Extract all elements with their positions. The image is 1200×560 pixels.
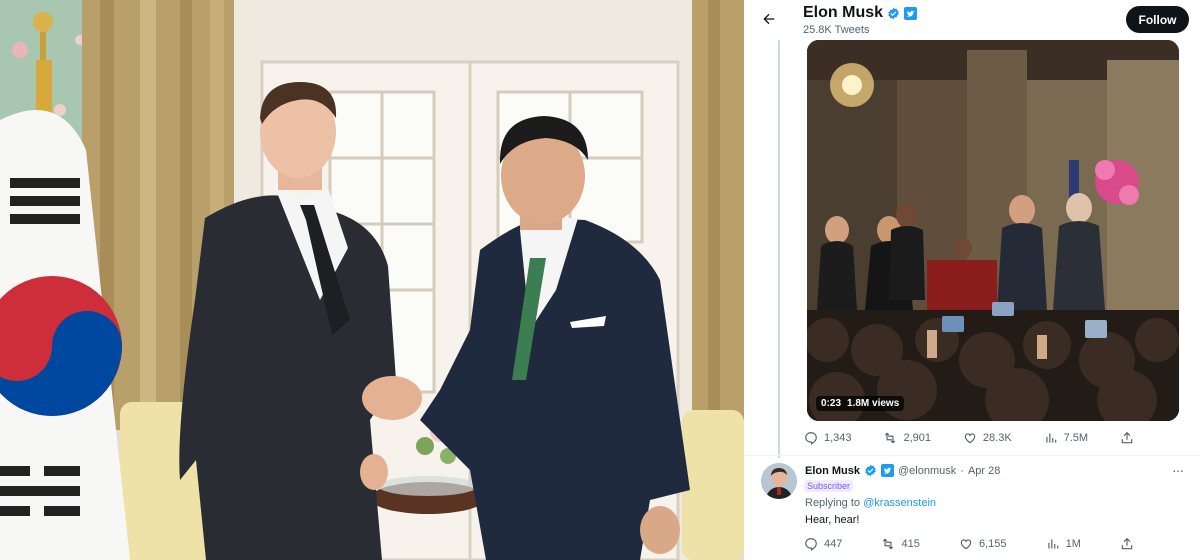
reply-tweet-actions: 447 415 6,155 1M	[804, 535, 1134, 553]
reply-icon	[805, 538, 817, 551]
reply-tweet-header: Elon Musk @elonmusk · Apr 28	[805, 464, 1000, 477]
reply-author-handle[interactable]: @elonmusk	[898, 465, 956, 477]
tweet-panel: Elon Musk 25.8K Tweets Follow 0:23 1.8M …	[744, 0, 1200, 560]
replying-to: Replying to @krassenstein	[805, 497, 936, 509]
main-tweet-actions: 1,343 2,901 28.3K 7.5M	[804, 429, 1134, 447]
reply-icon	[805, 432, 817, 445]
like-action[interactable]: 28.3K	[963, 431, 1012, 445]
reply-date[interactable]: Apr 28	[968, 465, 1000, 477]
retweet-action[interactable]: 415	[881, 537, 920, 551]
views-count: 7.5M	[1063, 432, 1089, 444]
reply-author-name[interactable]: Elon Musk	[805, 465, 860, 477]
verified-badge-icon	[888, 7, 899, 19]
reply-tweet-text: Hear, hear!	[805, 514, 860, 526]
verified-badge-icon	[865, 464, 876, 477]
retweet-action[interactable]: 2,901	[883, 431, 931, 445]
views-action[interactable]: 1M	[1046, 537, 1081, 551]
like-icon	[960, 539, 972, 550]
follow-button[interactable]: Follow	[1126, 6, 1189, 33]
replying-to-link[interactable]: @krassenstein	[863, 497, 936, 509]
retweet-icon	[883, 538, 894, 550]
tweet-divider	[744, 455, 1200, 456]
twitter-affiliate-icon	[881, 464, 895, 477]
like-action[interactable]: 6,155	[959, 537, 1007, 551]
tweet-count: 25.8K Tweets	[803, 24, 870, 36]
share-icon	[1121, 431, 1133, 444]
share-action[interactable]	[1120, 431, 1134, 445]
profile-header: Elon Musk	[803, 4, 918, 22]
like-count: 6,155	[978, 538, 1007, 550]
reply-count: 447	[824, 538, 843, 550]
retweet-count: 415	[901, 538, 920, 550]
reply-action[interactable]: 447	[804, 537, 842, 551]
arrow-left-icon	[763, 13, 775, 25]
tweet-video[interactable]: 0:23 1.8M views	[807, 40, 1179, 421]
share-action[interactable]	[1120, 537, 1134, 551]
like-icon	[964, 433, 976, 444]
subscriber-badge: Subscriber	[804, 480, 854, 492]
video-duration: 0:23	[821, 398, 842, 409]
handshake-photo	[0, 0, 744, 560]
reply-action[interactable]: 1,343	[804, 431, 852, 445]
avatar[interactable]	[761, 463, 797, 499]
twitter-affiliate-icon	[904, 6, 918, 20]
reply-count: 1,343	[824, 432, 852, 444]
back-button[interactable]	[758, 8, 780, 30]
like-count: 28.3K	[982, 432, 1012, 444]
retweet-icon	[885, 432, 896, 444]
views-count: 1M	[1065, 538, 1081, 550]
profile-name: Elon Musk	[803, 4, 884, 21]
video-overlay: 0:23 1.8M views	[816, 396, 905, 411]
views-action[interactable]: 7.5M	[1044, 431, 1088, 445]
video-views: 1.8M views	[847, 398, 900, 409]
retweet-count: 2,901	[903, 432, 931, 444]
separator-dot: ·	[960, 464, 964, 477]
replying-to-prefix: Replying to	[805, 497, 861, 509]
thread-line	[778, 40, 780, 458]
share-icon	[1121, 537, 1133, 550]
views-icon	[1045, 433, 1056, 443]
views-icon	[1047, 539, 1058, 549]
more-options-icon[interactable]: ···	[1172, 462, 1184, 478]
